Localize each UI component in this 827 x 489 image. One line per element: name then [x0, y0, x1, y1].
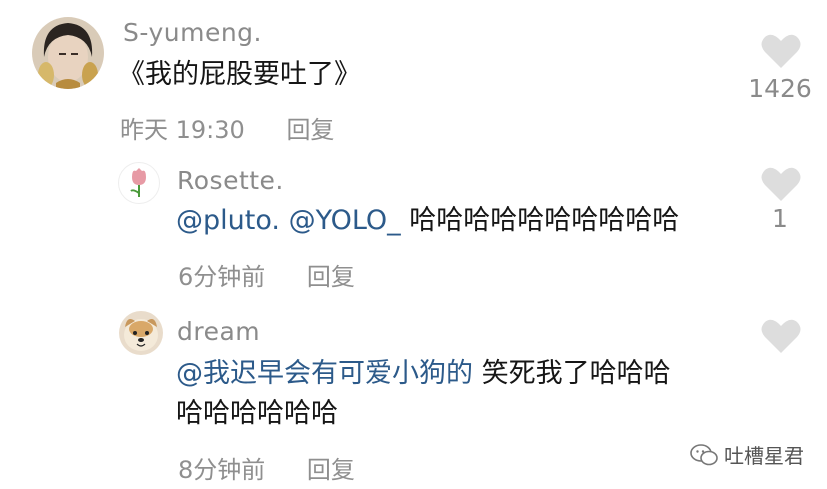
avatar-rosette[interactable] — [118, 162, 160, 204]
comment-time: 6分钟前 — [178, 263, 266, 291]
comment-meta: 6分钟前 回复 — [178, 257, 355, 292]
like-button[interactable] — [756, 318, 806, 354]
comment-text: @pluto. @YOLO_ 哈哈哈哈哈哈哈哈哈哈 — [176, 201, 679, 241]
avatar-s-yumeng[interactable] — [32, 17, 104, 89]
reply-button[interactable]: 回复 — [286, 116, 334, 144]
wechat-icon — [690, 443, 718, 465]
like-count: 1 — [772, 204, 788, 233]
heart-icon — [761, 319, 801, 353]
mention-link[interactable]: @我迟早会有可爱小狗的 — [176, 358, 473, 389]
comment-text: 《我的屁股要吐了》 — [118, 59, 361, 90]
watermark-text: 吐槽星君 — [724, 444, 804, 468]
mention-link[interactable]: @pluto. — [176, 205, 280, 236]
comment-username[interactable]: dream — [177, 317, 260, 346]
avatar-dream[interactable] — [119, 311, 163, 355]
reply-button[interactable]: 回复 — [307, 263, 355, 291]
comment-username[interactable]: Rosette. — [177, 166, 284, 195]
like-button[interactable] — [756, 33, 806, 69]
comment-line: 哈哈哈哈哈哈 — [176, 398, 338, 429]
comment-meta: 8分钟前 回复 — [178, 450, 355, 485]
like-count: 1426 — [748, 74, 812, 103]
heart-icon — [761, 167, 801, 201]
comment-username[interactable]: S-yumeng. — [123, 18, 262, 47]
heart-icon — [761, 34, 801, 68]
comment-text-body: 哈哈哈哈哈哈哈哈哈哈 — [400, 205, 680, 236]
comment-time: 昨天 19:30 — [120, 116, 245, 144]
comment-text-body: 笑死我了哈哈哈 — [473, 358, 671, 389]
comment-line: @我迟早会有可爱小狗的 笑死我了哈哈哈 — [176, 354, 671, 394]
comment-text: @我迟早会有可爱小狗的 笑死我了哈哈哈 哈哈哈哈哈哈 — [176, 354, 671, 434]
watermark: 吐槽星君 — [690, 440, 804, 469]
comment-meta: 昨天 19:30 回复 — [120, 110, 334, 145]
like-button[interactable] — [756, 166, 806, 202]
reply-button[interactable]: 回复 — [307, 456, 355, 484]
comment-time: 8分钟前 — [178, 456, 266, 484]
mention-link[interactable]: @YOLO_ — [289, 205, 401, 236]
